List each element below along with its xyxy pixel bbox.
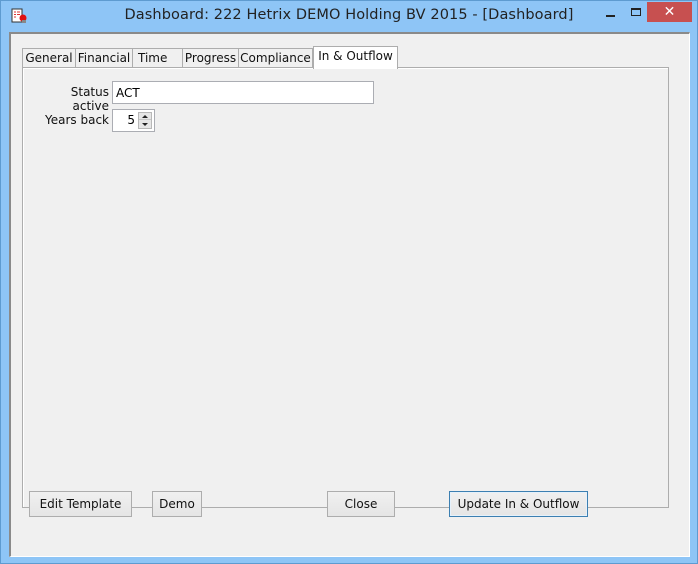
years-back-spinner[interactable]: 5 xyxy=(112,109,155,132)
title-bar[interactable]: Dashboard: 222 Hetrix DEMO Holding BV 20… xyxy=(1,1,697,32)
edit-template-button[interactable]: Edit Template xyxy=(29,491,132,517)
arrow-up-icon xyxy=(142,114,148,118)
tab-financial[interactable]: Financial xyxy=(75,48,133,68)
update-in-outflow-button[interactable]: Update In & Outflow xyxy=(449,491,588,517)
status-active-input[interactable] xyxy=(112,81,374,104)
close-window-button[interactable]: ✕ xyxy=(647,2,692,22)
tab-progress[interactable]: Progress xyxy=(182,48,239,68)
close-button[interactable]: Close xyxy=(327,491,395,517)
spin-up-button[interactable] xyxy=(139,113,151,120)
minimize-button[interactable] xyxy=(597,2,623,22)
tab-time[interactable]: Time xyxy=(132,48,183,68)
close-icon: ✕ xyxy=(663,4,676,20)
arrow-down-icon xyxy=(142,123,148,126)
maximize-button[interactable] xyxy=(623,2,649,22)
minimize-icon xyxy=(605,14,615,17)
maximize-icon xyxy=(631,8,641,16)
spinner-buttons xyxy=(138,112,152,129)
tab-in-outflow[interactable]: In & Outflow xyxy=(313,46,398,69)
spin-down-button[interactable] xyxy=(139,121,151,128)
panel-content: Status active Years back 5 xyxy=(23,68,668,507)
years-back-label: Years back xyxy=(45,113,109,127)
tab-panel-in-outflow: Status active Years back 5 xyxy=(22,67,669,508)
tab-compliance[interactable]: Compliance xyxy=(238,48,313,68)
dashboard-window: Dashboard: 222 Hetrix DEMO Holding BV 20… xyxy=(0,0,698,564)
years-back-value[interactable]: 5 xyxy=(113,113,135,127)
demo-button[interactable]: Demo xyxy=(152,491,202,517)
status-active-label: Status active xyxy=(70,85,109,113)
client-area: General Financial Time Progress Complian… xyxy=(9,32,690,557)
tab-general[interactable]: General xyxy=(22,48,76,68)
window-title: Dashboard: 222 Hetrix DEMO Holding BV 20… xyxy=(124,7,574,23)
